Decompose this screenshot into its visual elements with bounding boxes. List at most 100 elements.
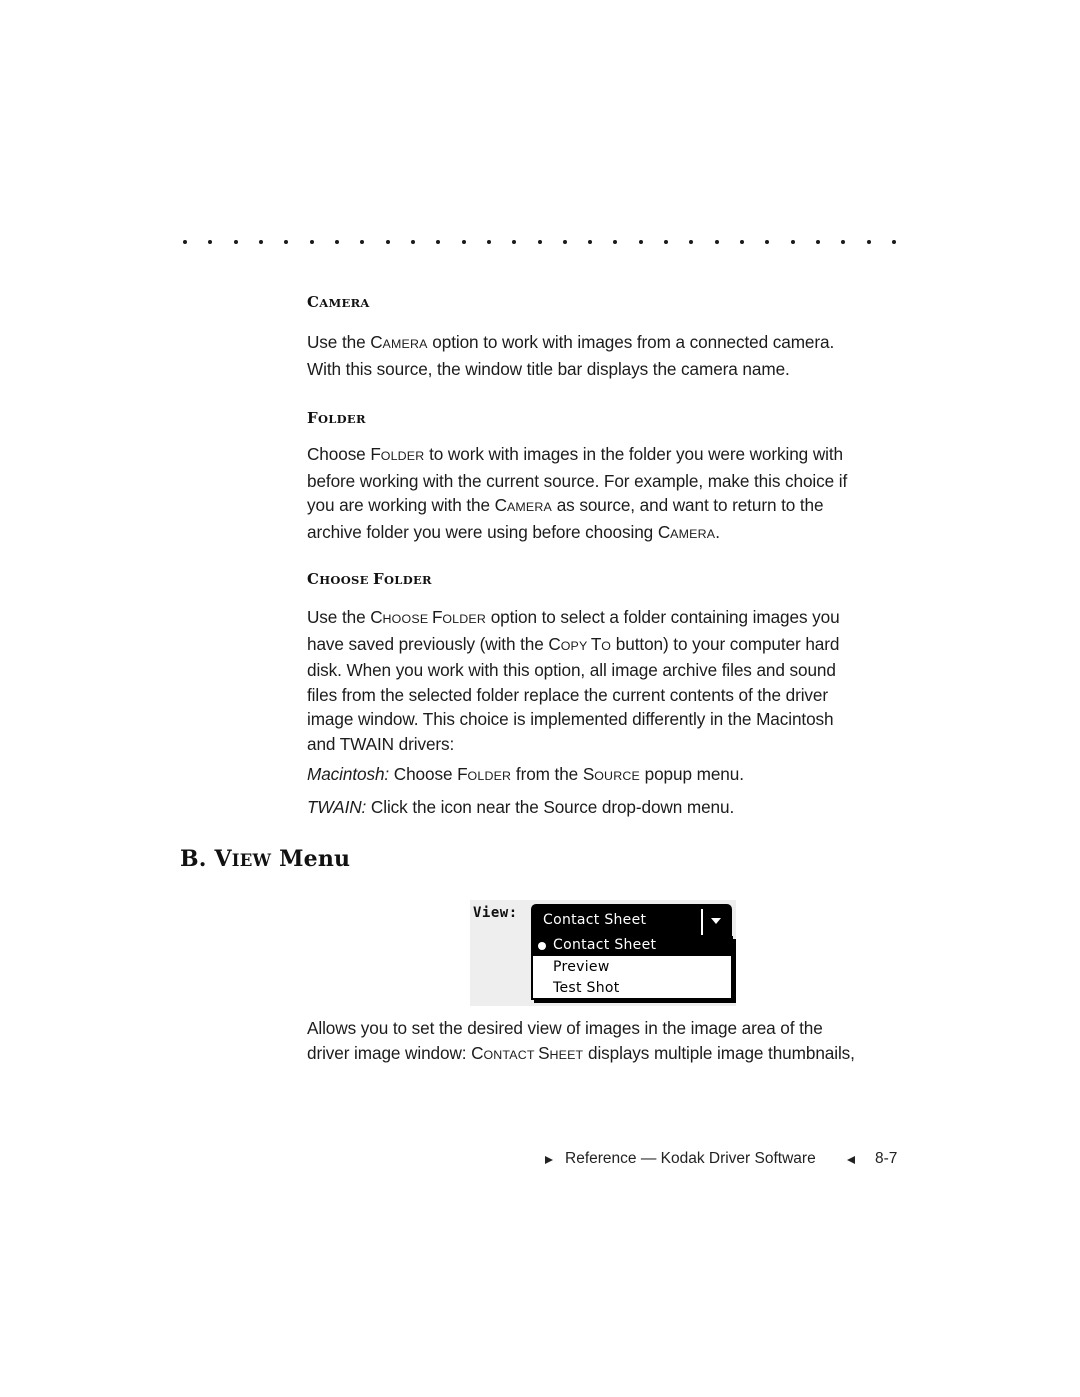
view-label: View: xyxy=(473,905,518,921)
heading-cap: C xyxy=(307,570,320,588)
selected-bullet-icon xyxy=(538,942,546,950)
term-cap: C xyxy=(494,495,507,516)
rule-dot xyxy=(841,240,846,244)
menu-item-label: Preview xyxy=(553,959,610,975)
chevron-down-icon[interactable] xyxy=(711,918,721,924)
heading-smallcaps: IEW xyxy=(231,851,272,870)
text: popup menu. xyxy=(639,764,744,784)
term-smallcaps: OLDER xyxy=(442,612,487,626)
rule-dot xyxy=(790,240,795,244)
term-smallcaps: AMERA xyxy=(382,337,428,351)
term-smallcaps: OLDER xyxy=(467,769,512,783)
text: have saved previously (with the xyxy=(307,633,549,654)
rule-dot xyxy=(486,240,491,244)
menu-item-test-shot[interactable]: Test Shot xyxy=(533,979,731,999)
view-menu-options: Contact Sheet Preview Test Shot xyxy=(531,936,733,1000)
heading-smallcaps: AMERA xyxy=(319,296,370,310)
page-number: 8-7 xyxy=(875,1150,898,1167)
rule-dot xyxy=(714,240,719,244)
text: Use the xyxy=(307,607,371,627)
platform-label: TWAIN: xyxy=(307,797,367,817)
text: from the xyxy=(511,764,583,784)
rule-dot xyxy=(816,240,821,244)
menu-item-preview[interactable]: Preview xyxy=(533,958,731,978)
menu-item-label: Contact Sheet xyxy=(553,937,657,953)
heading-smallcaps: OLDER xyxy=(383,573,432,587)
term-smallcaps: ONTACT xyxy=(483,1047,539,1062)
term-cap: F xyxy=(431,607,443,627)
rule-dot xyxy=(461,240,466,244)
text-line: Use the CHOOSE FOLDER option to select a… xyxy=(307,605,907,632)
text-line: before working with the current source. … xyxy=(307,470,848,491)
rule-dot xyxy=(562,240,567,244)
text-line: have saved previously (with the COPY TO … xyxy=(307,632,907,659)
rule-dot xyxy=(436,240,441,244)
paragraph-twain-note: TWAIN: Click the icon near the Source dr… xyxy=(307,795,907,820)
text-line: disk. When you work with this option, al… xyxy=(307,660,836,681)
text: as source, and want to return to the xyxy=(552,495,824,516)
view-menu-screenshot: View: Contact Sheet Contact Sheet Previe… xyxy=(470,900,736,1006)
paragraph-camera: Use the CAMERA option to work with image… xyxy=(307,330,907,381)
text-line: you are working with the CAMERA as sourc… xyxy=(307,493,907,520)
text: Choose xyxy=(307,444,371,464)
term-smallcaps: OURCE xyxy=(594,769,640,783)
term-cap: C xyxy=(657,521,671,542)
text: you are working with the xyxy=(307,495,495,516)
rule-dot xyxy=(740,240,745,244)
paragraph-choose-folder: Use the CHOOSE FOLDER option to select a… xyxy=(307,605,907,757)
rule-dot xyxy=(537,240,542,244)
rule-dot xyxy=(664,240,669,244)
triangle-right-icon xyxy=(545,1156,553,1164)
text-line: files from the selected folder replace t… xyxy=(307,684,829,705)
heading-camera: CAMERA xyxy=(307,293,907,311)
rule-dot xyxy=(233,240,238,244)
document-page: CAMERA Use the CAMERA option to work wit… xyxy=(0,0,1080,1397)
rule-dot xyxy=(765,240,770,244)
text: . xyxy=(715,521,720,542)
platform-label: Macintosh: xyxy=(307,764,390,784)
view-popup-button[interactable]: Contact Sheet xyxy=(531,904,732,937)
term-cap: C xyxy=(370,607,383,627)
rule-dot xyxy=(360,240,365,244)
text: option to work with images from a connec… xyxy=(427,332,835,352)
term-cap: F xyxy=(370,444,381,464)
term-cap: T xyxy=(590,633,602,654)
rule-dot xyxy=(689,240,694,244)
text-line: image window. This choice is implemented… xyxy=(307,709,834,730)
term-smallcaps: HOOSE xyxy=(382,612,432,626)
term-smallcaps: OPY xyxy=(560,638,591,653)
dotted-rule-divider xyxy=(180,239,900,247)
rule-dot xyxy=(410,240,415,244)
heading-folder: FOLDER xyxy=(307,409,907,427)
view-popup-selected-value: Contact Sheet xyxy=(543,912,647,928)
heading-choose-folder: CHOOSE FOLDER xyxy=(307,570,907,588)
text: archive folder you were using before cho… xyxy=(307,521,658,542)
text-line: With this source, the window title bar d… xyxy=(307,358,790,379)
term-cap: S xyxy=(538,1042,550,1063)
text-line: Choose FOLDER to work with images in the… xyxy=(307,442,907,469)
term-smallcaps: O xyxy=(601,638,612,653)
heading-cap: C xyxy=(307,293,320,311)
text: to work with images in the folder you we… xyxy=(424,444,843,464)
term-cap: C xyxy=(471,1042,484,1063)
rule-dot xyxy=(512,240,517,244)
heading-cap: F xyxy=(373,570,384,588)
term-cap: C xyxy=(548,633,561,654)
text-line: and TWAIN drivers: xyxy=(307,733,455,754)
paragraph-macintosh-note: Macintosh: Choose FOLDER from the SOURCE… xyxy=(307,762,907,789)
menu-item-contact-sheet[interactable]: Contact Sheet xyxy=(533,936,731,956)
rule-dot xyxy=(588,240,593,244)
text: Choose xyxy=(389,764,458,784)
rule-dot xyxy=(334,240,339,244)
rule-dot xyxy=(284,240,289,244)
text-line: archive folder you were using before cho… xyxy=(307,520,907,547)
term-smallcaps: AMERA xyxy=(670,526,716,541)
section-heading-view-menu: B. VIEW Menu xyxy=(180,846,350,872)
rule-dot xyxy=(208,240,213,244)
text-line: Use the CAMERA option to work with image… xyxy=(307,330,907,357)
triangle-left-icon xyxy=(847,1156,855,1164)
text: Use the xyxy=(307,332,371,352)
rule-dot xyxy=(258,240,263,244)
term-smallcaps: AMERA xyxy=(506,500,553,515)
heading-cap: F xyxy=(307,409,318,427)
